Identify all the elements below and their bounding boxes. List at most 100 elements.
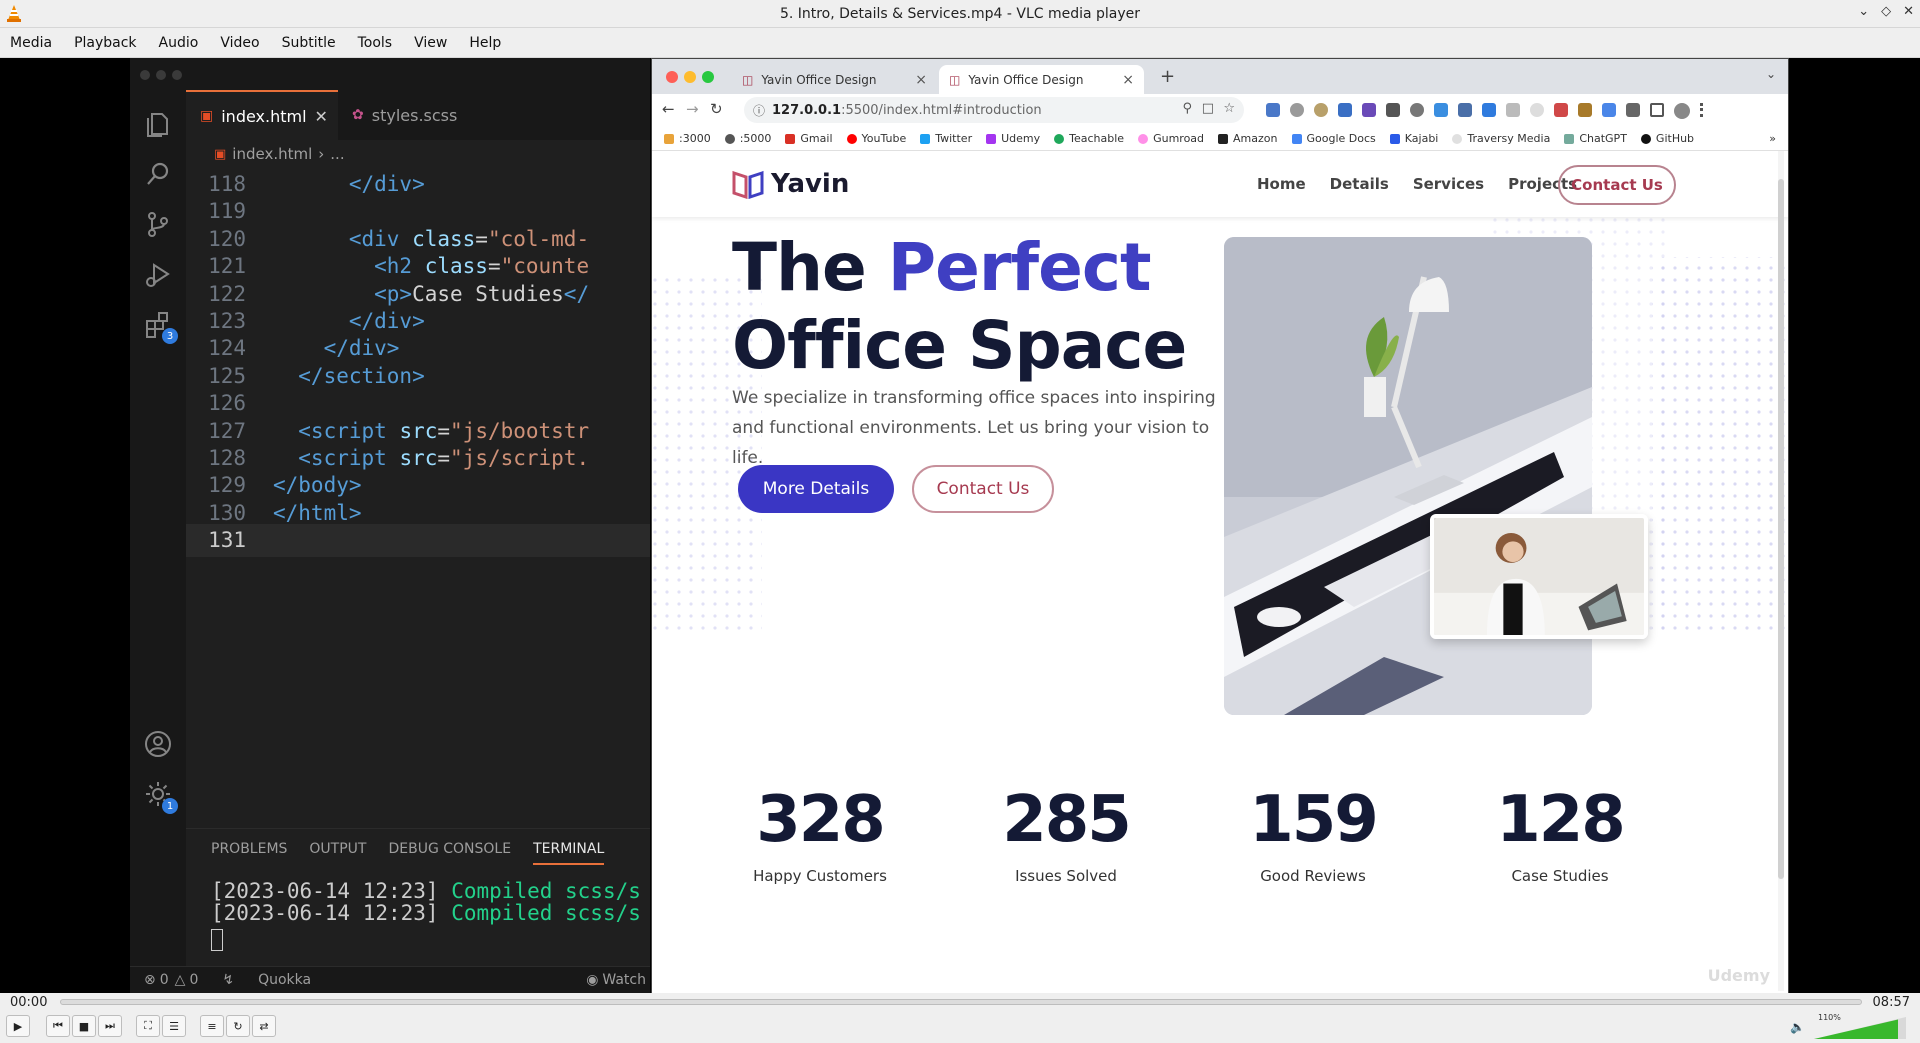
- play-button[interactable]: ▶: [6, 1015, 30, 1037]
- new-tab-icon[interactable]: +: [1160, 66, 1175, 87]
- back-icon[interactable]: ←: [662, 100, 675, 118]
- zoom-icon[interactable]: ⚲: [1182, 101, 1192, 116]
- close-icon[interactable]: ✕: [1903, 4, 1914, 19]
- extension-icon[interactable]: [1290, 103, 1304, 117]
- extension-icon[interactable]: [1482, 103, 1496, 117]
- bookmark[interactable]: YouTube: [846, 132, 906, 145]
- warning-icon[interactable]: △: [175, 972, 186, 988]
- code-editor[interactable]: 118 </div> 119 120 <div class="col-md- 121 …: [186, 168, 650, 688]
- breadcrumb-rest[interactable]: ...: [330, 145, 344, 163]
- menu-view[interactable]: View: [404, 35, 459, 51]
- more-details-button[interactable]: More Details: [738, 465, 894, 513]
- panel-tab-problems[interactable]: PROBLEMS: [211, 841, 287, 865]
- speaker-icon[interactable]: 🔈: [1790, 1020, 1805, 1034]
- shuffle-button[interactable]: ⇄: [252, 1015, 276, 1037]
- extension-icon[interactable]: [1386, 103, 1400, 117]
- account-icon[interactable]: [142, 728, 174, 760]
- time-total[interactable]: 08:57: [1873, 995, 1910, 1010]
- menu-help[interactable]: Help: [459, 35, 513, 51]
- close-tab-icon[interactable]: ×: [1122, 72, 1134, 88]
- extension-icon[interactable]: [1362, 103, 1376, 117]
- bookmark[interactable]: Gumroad: [1138, 132, 1204, 145]
- extensions-icon[interactable]: 3: [142, 308, 178, 344]
- extension-icon[interactable]: [1410, 103, 1424, 117]
- menu-video[interactable]: Video: [210, 35, 271, 51]
- previous-button[interactable]: ⏮: [46, 1015, 70, 1037]
- watch-status[interactable]: Watch: [602, 972, 646, 988]
- extension-icon[interactable]: [1434, 103, 1448, 117]
- sidebar-icon[interactable]: [1650, 103, 1664, 117]
- page-scrollbar-thumb[interactable]: [1778, 179, 1784, 879]
- next-button[interactable]: ⏭: [98, 1015, 122, 1037]
- extension-icon[interactable]: [1602, 103, 1616, 117]
- extension-icon[interactable]: [1506, 103, 1520, 117]
- bookmark[interactable]: Google Docs: [1291, 132, 1376, 145]
- profile-avatar[interactable]: [1674, 103, 1690, 119]
- extension-icon[interactable]: [1338, 103, 1352, 117]
- warning-count[interactable]: 0: [189, 972, 198, 988]
- bookmark[interactable]: Udemy: [986, 132, 1040, 145]
- panel-tab-debug-console[interactable]: DEBUG CONSOLE: [388, 841, 511, 865]
- extension-icon[interactable]: [1530, 103, 1544, 117]
- bookmark[interactable]: :5000: [724, 132, 771, 145]
- maximize-icon[interactable]: ◇: [1881, 4, 1891, 19]
- close-tab-icon[interactable]: ×: [915, 72, 927, 88]
- url-input[interactable]: ⓘ 127.0.0.1:5500/index.html#introduction…: [744, 97, 1244, 123]
- extension-icon[interactable]: [1266, 103, 1280, 117]
- panel-tab-terminal[interactable]: TERMINAL: [533, 841, 605, 865]
- bookmark[interactable]: ChatGPT: [1564, 132, 1627, 145]
- site-logo[interactable]: Yavin: [731, 169, 849, 199]
- quokka-status[interactable]: Quokka: [258, 972, 311, 988]
- close-icon[interactable]: ✕: [315, 107, 328, 126]
- fullscreen-button[interactable]: ⛶: [136, 1015, 160, 1037]
- menu-media[interactable]: Media: [0, 35, 64, 51]
- tab-styles-scss[interactable]: ✿ styles.scss: [338, 90, 488, 140]
- search-icon[interactable]: [142, 158, 174, 190]
- explorer-icon[interactable]: [142, 108, 174, 140]
- extended-settings-button[interactable]: ☰: [162, 1015, 186, 1037]
- zoom-window-button[interactable]: [702, 71, 714, 83]
- nav-contact-button[interactable]: Contact Us: [1558, 165, 1676, 205]
- video-area[interactable]: 3 1 ▣ index.html ✕ ✿ styles.scss ▣ index…: [0, 58, 1920, 993]
- puzzle-icon[interactable]: [1626, 103, 1640, 117]
- nav-home[interactable]: Home: [1257, 175, 1306, 193]
- minimize-icon[interactable]: ⌄: [1858, 4, 1869, 19]
- source-control-icon[interactable]: [142, 208, 174, 240]
- menu-tools[interactable]: Tools: [348, 35, 405, 51]
- info-icon[interactable]: ⓘ: [753, 102, 765, 119]
- extension-icon[interactable]: [1458, 103, 1472, 117]
- seek-slider[interactable]: [60, 999, 1862, 1005]
- extension-icon[interactable]: [1578, 103, 1592, 117]
- panel-tab-output[interactable]: OUTPUT: [309, 841, 366, 865]
- tab-index-html[interactable]: ▣ index.html ✕: [186, 90, 338, 140]
- contact-us-button[interactable]: Contact Us: [912, 465, 1054, 513]
- close-window-button[interactable]: [666, 71, 678, 83]
- bookmark[interactable]: Twitter: [920, 132, 972, 145]
- stop-button[interactable]: ■: [72, 1015, 96, 1037]
- extension-icon[interactable]: [1554, 103, 1568, 117]
- playlist-button[interactable]: ≡: [200, 1015, 224, 1037]
- more-bookmarks-icon[interactable]: »: [1769, 132, 1776, 145]
- breadcrumb-file[interactable]: index.html: [232, 145, 312, 163]
- nav-services[interactable]: Services: [1413, 175, 1484, 193]
- share-icon[interactable]: □: [1202, 101, 1214, 116]
- run-debug-icon[interactable]: [142, 258, 174, 290]
- website-viewport[interactable]: Yavin Home Details Services Projects Con…: [652, 151, 1788, 993]
- volume-slider[interactable]: 🔈 110%: [1790, 1013, 1910, 1041]
- bookmark[interactable]: Kajabi: [1389, 132, 1438, 145]
- bookmark[interactable]: :3000: [664, 132, 711, 145]
- bookmark[interactable]: Amazon: [1218, 132, 1278, 145]
- bookmark[interactable]: GitHub: [1640, 132, 1694, 145]
- extension-icon[interactable]: [1314, 103, 1328, 117]
- nav-details[interactable]: Details: [1330, 175, 1389, 193]
- tab-search-icon[interactable]: ⌄: [1766, 67, 1776, 81]
- minimize-window-button[interactable]: [684, 71, 696, 83]
- reload-icon[interactable]: ↻: [710, 100, 723, 118]
- menu-subtitle[interactable]: Subtitle: [272, 35, 348, 51]
- bookmark[interactable]: Traversy Media: [1452, 132, 1550, 145]
- star-icon[interactable]: ☆: [1223, 101, 1235, 116]
- browser-tab-active[interactable]: ◫ Yavin Office Design ×: [939, 65, 1144, 94]
- settings-gear-icon[interactable]: 1: [142, 778, 178, 814]
- forward-icon[interactable]: →: [686, 100, 699, 118]
- kebab-menu-icon[interactable]: [1700, 103, 1704, 117]
